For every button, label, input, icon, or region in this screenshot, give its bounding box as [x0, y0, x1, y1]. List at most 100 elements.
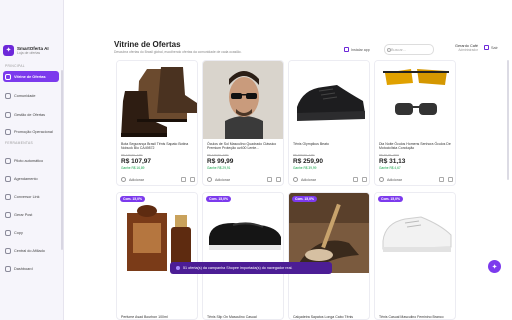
product-image-perfume[interactable] — [117, 193, 197, 273]
brand[interactable]: ✦ SmartOferta AI Loja de ofertas — [3, 40, 61, 60]
megaphone-icon — [5, 128, 11, 135]
product-old-price: R$ 129,90 -23% — [207, 153, 229, 157]
product-price: R$ 259,90 — [293, 158, 323, 165]
product-title: Tênis Slip On Masculino Casual — [207, 315, 257, 319]
commission-badge: Com. 15,0% — [120, 196, 146, 202]
heart-icon[interactable] — [207, 177, 212, 182]
commission-badge: Com. 15,0% — [206, 196, 232, 202]
product-image-boots[interactable] — [117, 61, 197, 139]
share-icon[interactable] — [190, 177, 195, 182]
rocket-icon: ✦ — [491, 263, 498, 271]
copy-icon[interactable] — [267, 177, 272, 182]
product-card[interactable]: Bota Segurança Brasil Tênis Sapato Botin… — [116, 60, 198, 186]
sidebar-item-central[interactable]: Central do Afiliado — [3, 245, 59, 256]
product-card[interactable]: Tênis Olympikus Beato R$ 299,90 -14% R$ … — [288, 60, 370, 186]
users-icon — [5, 92, 11, 99]
product-card[interactable]: Com. 15,0% Perfume Asad Bourbon 100ml — [116, 192, 198, 320]
page-description: Descubra ofertas do Brasil global, escol… — [114, 50, 242, 54]
briefcase-icon — [5, 247, 11, 254]
sidebar-item-copy[interactable]: Copy — [3, 227, 59, 238]
heart-icon[interactable] — [293, 177, 298, 182]
product-image-sunglasses-man[interactable] — [203, 61, 283, 139]
sidebar-item-agendamento[interactable]: Agendamento — [3, 173, 59, 184]
logout-button[interactable]: Sair — [484, 45, 498, 50]
product-savings: Ganhe R$ 16,89 — [121, 166, 145, 170]
sidebar-item-label: Comunidade — [14, 93, 36, 98]
add-button[interactable]: Adicionar — [215, 178, 263, 182]
product-price: R$ 31,13 — [379, 158, 406, 165]
product-card[interactable]: Com. 15,0% Tênis Slip On Masculino Casua… — [202, 192, 284, 320]
main-scrollbar[interactable] — [507, 60, 509, 180]
sidebar-item-gerar-post[interactable]: Gerar Post — [3, 209, 59, 220]
product-image-slip-on[interactable] — [203, 193, 283, 273]
product-actions: Adicionar — [293, 175, 367, 184]
download-icon — [344, 47, 349, 52]
sidebar-scrollbar[interactable] — [61, 70, 63, 250]
header: Vitrine de Ofertas Descubra ofertas do B… — [64, 38, 512, 60]
commission-badge: Com. 15,0% — [378, 196, 404, 202]
product-title: Tênis Casual Masculino Feminino Branco — [379, 315, 444, 319]
page-title: Vitrine de Ofertas — [114, 40, 181, 49]
calendar-icon — [5, 175, 11, 182]
sidebar-item-conversor[interactable]: Conversor Link — [3, 191, 59, 202]
search-placeholder: Buscar... — [391, 47, 406, 52]
product-card[interactable]: Óculos de Sol Masculino Quadrado Clássic… — [202, 60, 284, 186]
product-old-price: R$ 299,90 -14% — [293, 153, 315, 157]
sidebar-item-label: Gestão de Ofertas — [14, 112, 46, 117]
add-button[interactable]: Adicionar — [301, 178, 349, 182]
image-icon — [5, 211, 11, 218]
chart-icon — [5, 265, 11, 272]
add-button[interactable]: Adicionar — [387, 178, 435, 182]
sidebar-item-comunidade[interactable]: Comunidade — [3, 90, 59, 101]
sidebar-item-label: Central do Afiliado — [14, 248, 45, 253]
copy-icon[interactable] — [353, 177, 358, 182]
sidebar: ✦ SmartOferta AI Loja de ofertas PRINCIP… — [0, 0, 64, 320]
sidebar-item-label: Gerar Post — [14, 212, 33, 217]
product-actions: Adicionar — [207, 175, 281, 184]
section-label-main: PRINCIPAL — [5, 64, 25, 68]
product-actions: Adicionar — [379, 175, 453, 184]
section-label-tools: FERRAMENTAS — [5, 141, 33, 145]
sidebar-item-label: Dashboard — [14, 266, 33, 271]
product-title: Calçadeira Sapatos Longa Cabo Tênis — [293, 315, 354, 319]
sidebar-item-gestao[interactable]: Gestão de Ofertas — [3, 109, 59, 120]
install-app-button[interactable]: Instalar app — [344, 45, 370, 54]
product-image-white-sneaker[interactable] — [375, 193, 455, 273]
product-card[interactable]: Com. 15,0% Calçadeira Sapatos Longa Cabo… — [288, 192, 370, 320]
product-old-price: R$ 129,90 -17% — [121, 153, 143, 157]
heart-icon[interactable] — [379, 177, 384, 182]
product-title: Tênis Olympikus Beato — [293, 142, 329, 146]
sidebar-item-promocao[interactable]: Promoção Operacional — [3, 126, 59, 137]
copy-icon[interactable] — [181, 177, 186, 182]
copy-icon[interactable] — [439, 177, 444, 182]
share-icon[interactable] — [276, 177, 281, 182]
search-icon — [387, 48, 391, 52]
sidebar-item-vitrine[interactable]: Vitrine de Ofertas — [3, 71, 59, 82]
product-card[interactable]: Dia Noite Óculos Homens Senhora Óculos D… — [374, 60, 456, 186]
help-fab-button[interactable]: ✦ — [488, 260, 501, 273]
share-icon[interactable] — [362, 177, 367, 182]
share-icon[interactable] — [448, 177, 453, 182]
product-image-driving-glasses[interactable] — [375, 61, 455, 139]
sidebar-item-label: Conversor Link — [14, 194, 40, 199]
product-image-sneaker-black[interactable] — [289, 61, 369, 139]
info-icon — [176, 266, 180, 270]
toast-text: 51 oferta(s) da campanha Shopee importad… — [183, 266, 293, 270]
robot-icon — [5, 157, 11, 164]
spark-icon: ✦ — [3, 44, 14, 56]
logout-label: Sair — [491, 45, 498, 50]
search-input[interactable]: Buscar... — [384, 44, 434, 55]
sidebar-item-label: Piloto automático — [14, 158, 44, 163]
user-profile[interactable]: Gerardo Café Administrador — [444, 44, 478, 56]
copy-icon — [5, 229, 11, 236]
product-card[interactable]: Com. 15,0% Tênis Casual Masculino Femini… — [374, 192, 456, 320]
product-savings: Ganhe R$ 39,99 — [293, 166, 317, 170]
link-icon — [5, 193, 11, 200]
add-button[interactable]: Adicionar — [129, 178, 177, 182]
sidebar-item-piloto[interactable]: Piloto automático — [3, 155, 59, 166]
heart-icon[interactable] — [121, 177, 126, 182]
product-price: R$ 107,97 — [121, 158, 151, 165]
product-image-shoe-horn[interactable] — [289, 193, 369, 273]
sidebar-item-dashboard[interactable]: Dashboard — [3, 263, 59, 274]
product-title: Óculos de Sol Masculino Quadrado Clássic… — [207, 142, 277, 151]
